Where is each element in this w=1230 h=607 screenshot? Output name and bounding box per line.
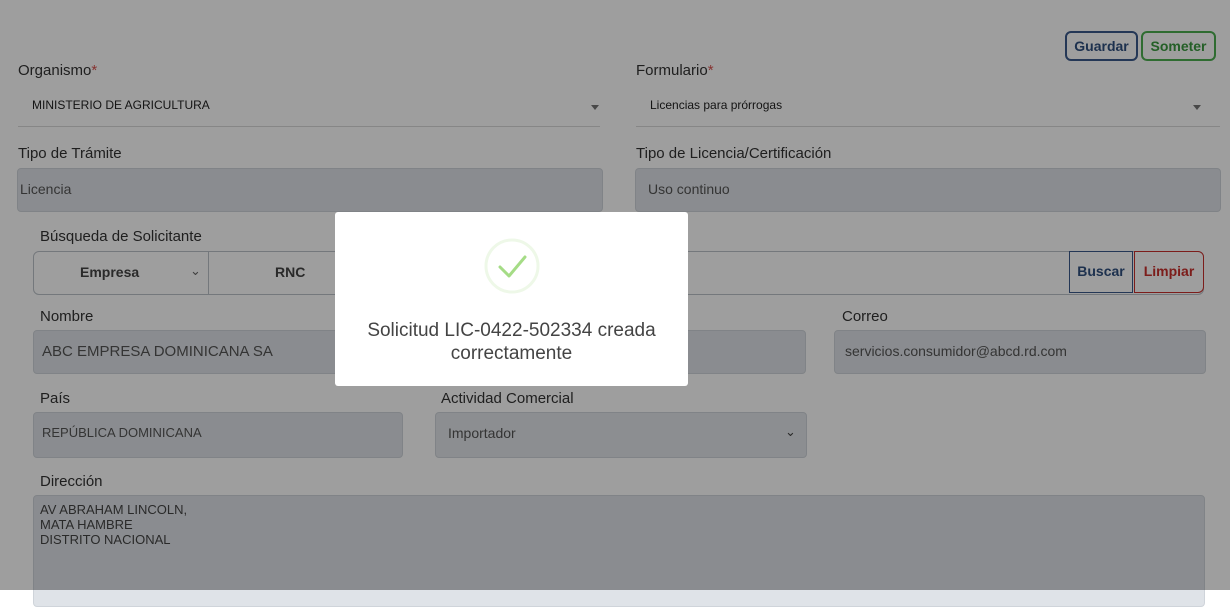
success-dialog: Solicitud LIC-0422-502334 creada correct…	[335, 212, 688, 386]
success-message-line: correctamente	[450, 343, 573, 364]
success-message: Solicitud LIC-0422-502334 creada correct…	[335, 319, 688, 365]
success-message-line: Solicitud LIC-0422-502334 creada	[367, 320, 656, 341]
success-check-icon	[484, 238, 540, 294]
